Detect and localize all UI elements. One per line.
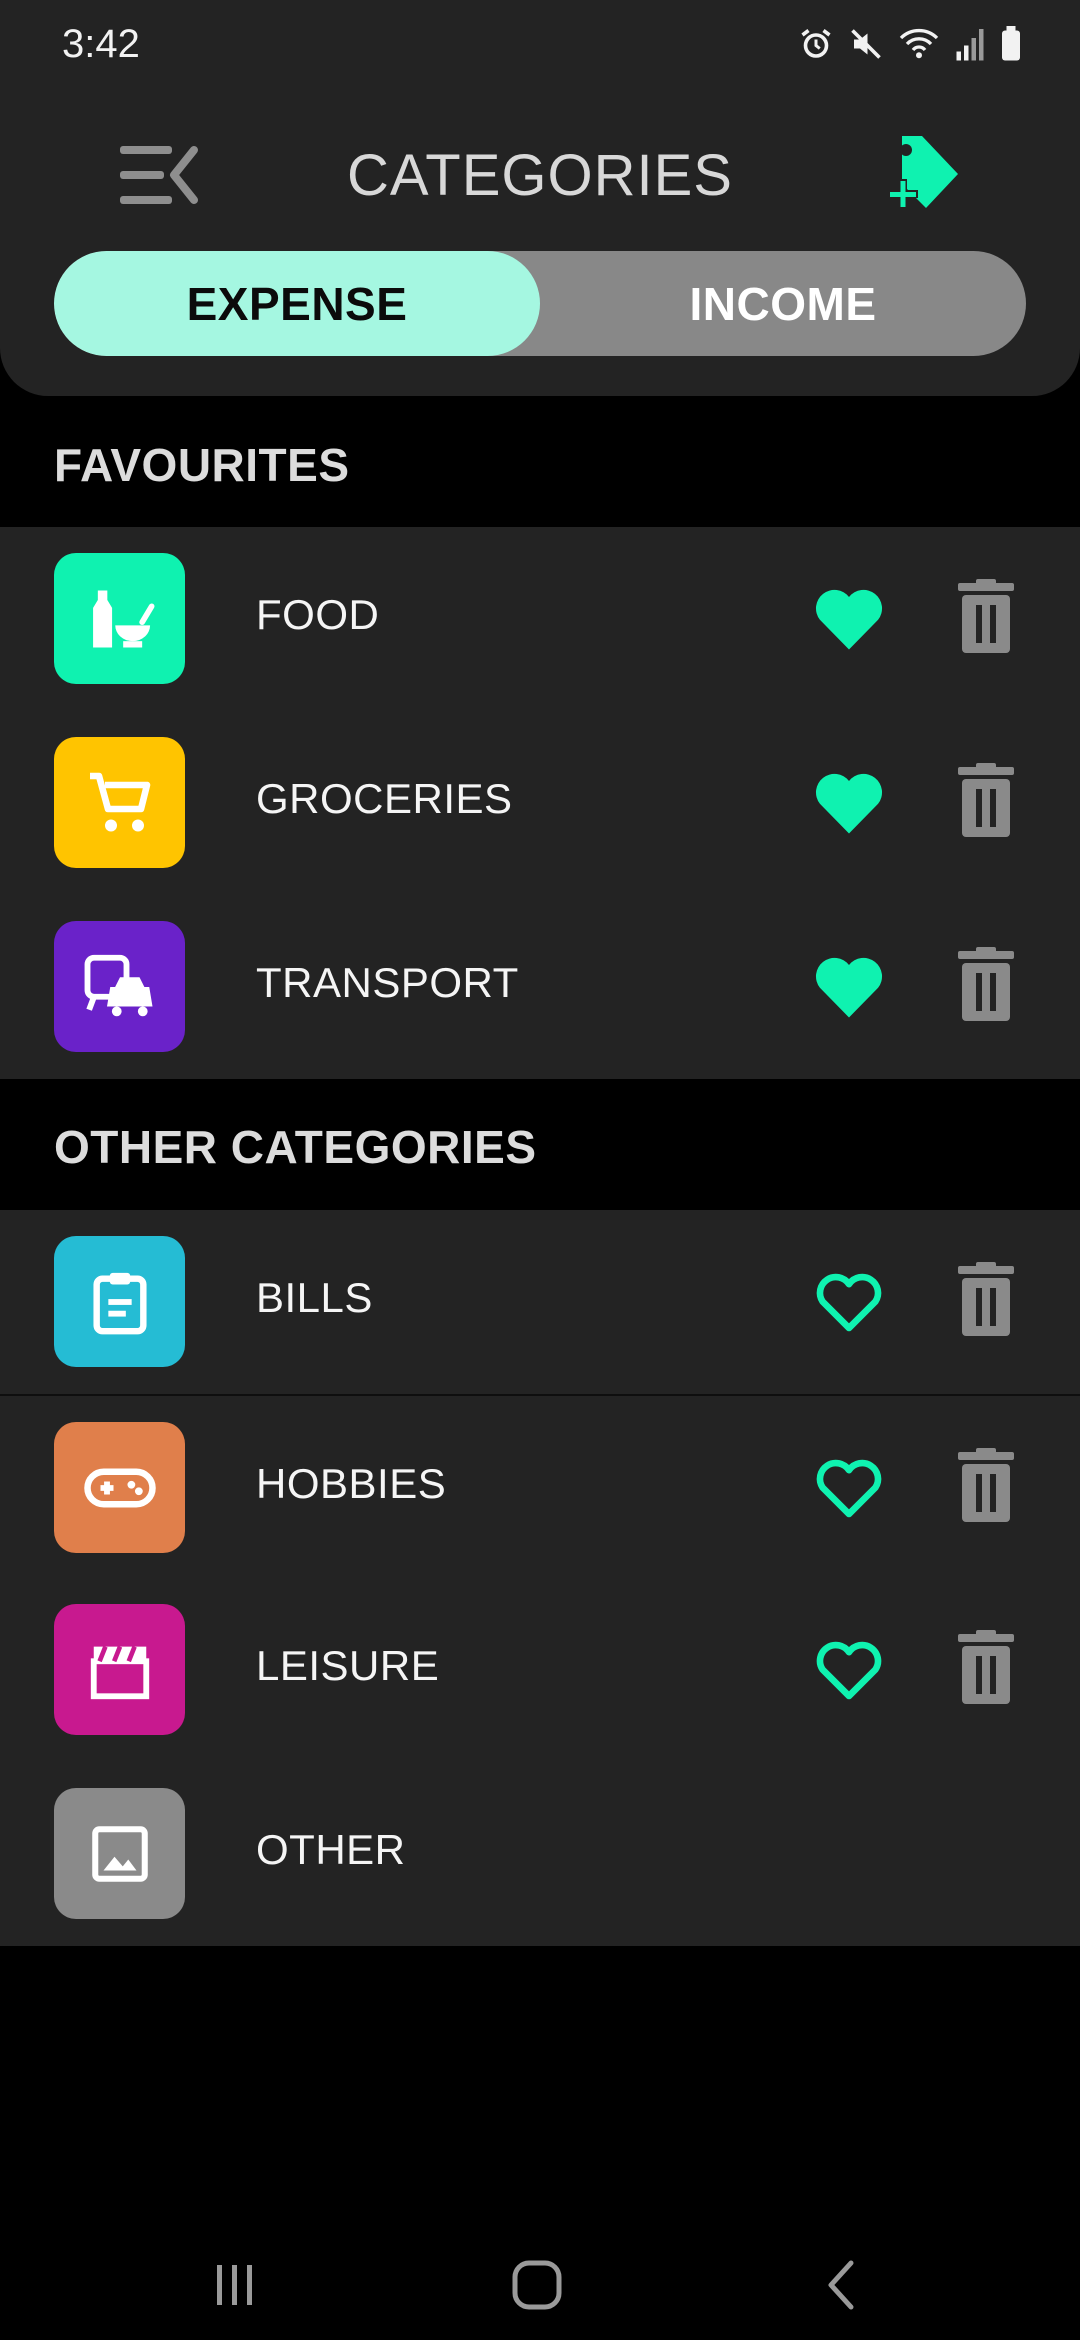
status-bar: 3:42: [0, 0, 1080, 90]
trash-icon[interactable]: [956, 1262, 1016, 1338]
cart-icon: [54, 737, 185, 868]
wifi-icon: [899, 28, 939, 59]
category-label: OTHER: [256, 1826, 406, 1873]
battery-icon: [1002, 26, 1020, 61]
food-icon: [54, 553, 185, 684]
list-item[interactable]: FOOD: [0, 527, 1080, 711]
tab-income[interactable]: INCOME: [540, 251, 1026, 356]
list-item[interactable]: TRANSPORT: [0, 895, 1080, 1079]
add-tag-icon[interactable]: [884, 130, 964, 220]
header: CATEGORIES: [0, 120, 1080, 230]
category-label: TRANSPORT: [256, 959, 519, 1006]
home-icon[interactable]: [492, 2250, 582, 2320]
clipboard-icon: [54, 1236, 185, 1367]
list-item[interactable]: LEISURE: [0, 1578, 1080, 1762]
heart-outline-icon[interactable]: [813, 1267, 885, 1335]
favourites-list: FOOD GROCERIES TRANSPORT: [0, 527, 1080, 1079]
expense-income-toggle: EXPENSE INCOME: [54, 251, 1026, 356]
status-icons: [798, 22, 1022, 66]
alarm-icon: [801, 29, 831, 58]
mute-icon: [851, 29, 881, 59]
signal-icon: [956, 29, 984, 61]
tab-expense[interactable]: EXPENSE: [54, 251, 540, 356]
back-icon[interactable]: [796, 2250, 886, 2320]
trash-icon[interactable]: [956, 1448, 1016, 1524]
heart-filled-icon[interactable]: [813, 584, 885, 652]
trash-icon[interactable]: [956, 1630, 1016, 1706]
system-nav-bar: [0, 2230, 1080, 2340]
other-categories-list: BILLS HOBBIES LEISURE OTHER: [0, 1210, 1080, 1946]
other-categories-title: OTHER CATEGORIES: [54, 1121, 537, 1173]
favourites-title: FAVOURITES: [54, 439, 350, 491]
gamepad-icon: [54, 1422, 185, 1553]
list-item[interactable]: BILLS: [0, 1210, 1080, 1394]
status-time: 3:42: [62, 22, 140, 66]
heart-filled-icon[interactable]: [813, 952, 885, 1020]
image-icon: [54, 1788, 185, 1919]
list-item[interactable]: HOBBIES: [0, 1394, 1080, 1578]
recent-apps-icon[interactable]: [190, 2250, 280, 2320]
trash-icon[interactable]: [956, 763, 1016, 839]
category-label: GROCERIES: [256, 775, 513, 822]
trash-icon[interactable]: [956, 947, 1016, 1023]
heart-outline-icon[interactable]: [813, 1453, 885, 1521]
top-panel: 3:42 CATEGORIES EXPENSE INCOME: [0, 0, 1080, 396]
category-label: BILLS: [256, 1274, 373, 1321]
clapperboard-icon: [54, 1604, 185, 1735]
heart-outline-icon[interactable]: [813, 1635, 885, 1703]
category-label: HOBBIES: [256, 1460, 447, 1507]
trash-icon[interactable]: [956, 579, 1016, 655]
category-label: FOOD: [256, 591, 380, 638]
list-item[interactable]: GROCERIES: [0, 711, 1080, 895]
category-label: LEISURE: [256, 1642, 440, 1689]
list-item[interactable]: OTHER: [0, 1762, 1080, 1946]
heart-filled-icon[interactable]: [813, 768, 885, 836]
transport-icon: [54, 921, 185, 1052]
